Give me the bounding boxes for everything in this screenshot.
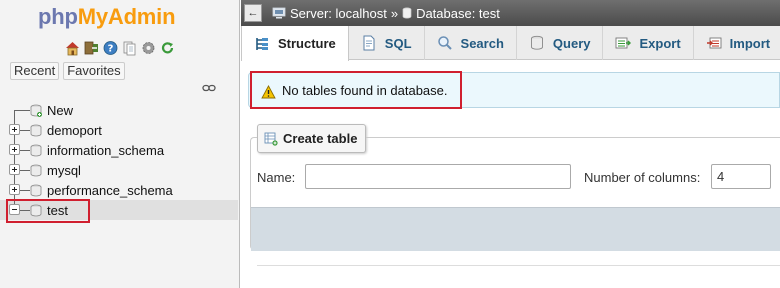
tab-export[interactable]: Export xyxy=(603,26,694,60)
tree-item-label: New xyxy=(47,103,74,118)
expand-icon[interactable] xyxy=(9,184,20,195)
tree-item-new[interactable]: New xyxy=(0,100,238,120)
search-icon xyxy=(437,35,453,51)
table-name-input[interactable] xyxy=(305,164,571,189)
tree-item-demoport[interactable]: demoport xyxy=(0,120,238,140)
phpmyadmin-logo[interactable]: phpMyAdmin xyxy=(38,4,176,30)
query-icon xyxy=(529,35,545,51)
tree-connector xyxy=(14,110,30,111)
breadcrumb-separator: » xyxy=(390,5,399,21)
create-table-icon xyxy=(264,132,278,146)
export-icon xyxy=(615,35,632,51)
tab-query[interactable]: Query xyxy=(517,26,604,60)
highlight-box xyxy=(250,71,462,109)
name-label: Name: xyxy=(257,170,296,185)
collapse-nav-button[interactable]: ← xyxy=(244,4,262,22)
tree-item-label: performance_schema xyxy=(47,183,173,198)
tab-structure[interactable]: Structure xyxy=(241,26,349,61)
tree-item-label: information_schema xyxy=(47,143,165,158)
server-icon xyxy=(272,7,286,19)
link-icon[interactable] xyxy=(202,84,216,92)
database-icon xyxy=(30,164,42,177)
tree-item-test[interactable]: test xyxy=(0,200,238,220)
logo-part-php: php xyxy=(38,4,78,29)
tab-label: Structure xyxy=(278,36,336,51)
tab-label: Export xyxy=(639,35,681,51)
recent-tab[interactable]: Recent xyxy=(10,62,60,80)
breadcrumb-database[interactable]: Database: test xyxy=(416,6,500,21)
import-icon xyxy=(706,35,722,51)
tab-label: Query xyxy=(552,35,591,51)
home-icon[interactable] xyxy=(64,40,81,56)
divider xyxy=(257,265,780,266)
tree-connector xyxy=(20,190,30,191)
database-tabs: Structure SQL Search Query Export Import xyxy=(241,26,780,61)
tree-item-mysql[interactable]: mysql xyxy=(0,160,238,180)
tree-connector xyxy=(20,170,30,171)
recent-favorites-tabs: Recent Favorites xyxy=(10,62,125,80)
create-table-legend: Create table xyxy=(257,124,367,153)
number-of-columns-input[interactable] xyxy=(711,164,771,189)
tab-search[interactable]: Search xyxy=(425,26,517,60)
database-icon xyxy=(402,7,412,19)
collapse-icon[interactable] xyxy=(9,204,20,215)
form-footer xyxy=(251,207,780,251)
breadcrumb-bar: ← Server: localhost » Database: test xyxy=(241,0,780,26)
database-icon xyxy=(30,184,42,197)
tab-sql[interactable]: SQL xyxy=(349,26,425,60)
exit-icon[interactable] xyxy=(83,40,100,56)
sql-icon xyxy=(361,35,377,51)
quick-links: ? xyxy=(64,40,176,56)
new-database-icon xyxy=(30,104,42,117)
tree-connector xyxy=(20,130,30,131)
database-tree: New demoport information_schema mysql pe… xyxy=(0,100,238,220)
favorites-tab[interactable]: Favorites xyxy=(63,62,125,80)
svg-text:?: ? xyxy=(108,44,114,55)
tree-connector xyxy=(20,150,30,151)
expand-icon[interactable] xyxy=(9,144,20,155)
tree-connector xyxy=(14,110,15,120)
columns-label: Number of columns: xyxy=(584,170,701,185)
tab-label: SQL xyxy=(384,35,412,51)
structure-icon xyxy=(254,36,270,52)
tab-label: Search xyxy=(460,35,504,51)
tree-connector xyxy=(20,210,30,211)
tab-import[interactable]: Import xyxy=(694,26,780,60)
tree-item-label: mysql xyxy=(47,163,81,178)
navigation-panel: phpMyAdmin ? Recent Favorites New demopo… xyxy=(0,0,240,288)
main-content: ← Server: localhost » Database: test Str… xyxy=(241,0,780,288)
tree-item-information-schema[interactable]: information_schema xyxy=(0,140,238,160)
reload-icon[interactable] xyxy=(159,40,176,56)
expand-icon[interactable] xyxy=(9,124,20,135)
create-table-form: Create table Name: Number of columns: xyxy=(250,124,780,251)
expand-icon[interactable] xyxy=(9,164,20,175)
help-icon[interactable]: ? xyxy=(102,40,119,56)
tree-item-performance-schema[interactable]: performance_schema xyxy=(0,180,238,200)
database-icon xyxy=(30,144,42,157)
tab-label: Import xyxy=(729,35,771,51)
breadcrumb-server[interactable]: Server: localhost xyxy=(290,6,387,21)
tree-item-label: demoport xyxy=(47,123,102,138)
logo-part-myadmin: MyAdmin xyxy=(77,4,176,29)
database-icon xyxy=(30,124,42,137)
settings-icon[interactable] xyxy=(140,40,157,56)
docs-icon[interactable] xyxy=(121,40,138,56)
create-table-title: Create table xyxy=(283,131,358,146)
database-icon xyxy=(30,204,42,217)
tree-item-label: test xyxy=(47,203,68,218)
